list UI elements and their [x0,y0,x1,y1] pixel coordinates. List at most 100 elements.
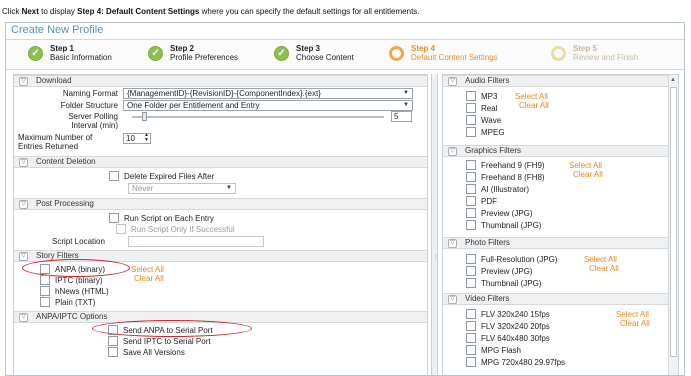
photo-clear-all-link[interactable]: Clear All [589,264,619,273]
graphics-checkbox-fh9[interactable] [466,160,476,170]
folder-structure-value: One Folder per Entitlement and Entry [127,101,260,110]
save-all-versions-checkbox[interactable] [108,347,118,357]
right-filters-panel: ▽ Audio Filters MP3 Real Wave MPEG Select… [442,74,679,375]
dropdown-arrow-icon: ▼ [403,90,409,96]
graphics-label-thumbnail: Thumbnail (JPG) [481,221,542,230]
audio-clear-all-link[interactable]: Clear All [519,101,549,110]
collapse-toggle-icon[interactable]: ▽ [448,295,457,304]
audio-checkbox-wave[interactable] [466,115,476,125]
graphics-filters-title: Graphics Filters [465,146,522,155]
check-icon: ✓ [28,46,43,61]
audio-checkbox-mp3[interactable] [466,91,476,101]
delete-after-select[interactable]: Never ▼ [128,183,236,194]
send-iptc-label: Send IPTC to Serial Port [123,337,211,346]
graphics-clear-all-link[interactable]: Clear All [573,170,603,179]
send-iptc-checkbox[interactable] [108,336,118,346]
video-checkbox-mpgflash[interactable] [466,345,476,355]
folder-structure-select[interactable]: One Folder per Entitlement and Entry ▼ [123,100,413,111]
delete-expired-checkbox[interactable] [109,171,119,181]
video-label-flv30: FLV 640x480 30fps [481,334,550,343]
story-filter-checkbox-plain[interactable] [40,297,50,307]
scroll-up-icon[interactable]: ▲ [670,77,676,83]
audio-filters-title: Audio Filters [465,76,510,85]
collapse-toggle-icon[interactable]: ▽ [19,313,28,322]
video-filters-section-header[interactable]: ▽ Video Filters [443,293,669,305]
run-script-checkbox[interactable] [109,213,119,223]
highlight-oval [92,320,252,337]
audio-checkbox-real[interactable] [466,103,476,113]
photo-select-all-link[interactable]: Select All [584,255,617,264]
video-label-mpgflash: MPG Flash [481,346,522,355]
right-panel-scrollbar[interactable]: ▲ [668,75,678,375]
max-entries-label-line2: Entries Returned [18,142,79,151]
polling-slider-handle[interactable] [142,112,147,121]
graphics-filters-section-header[interactable]: ▽ Graphics Filters [443,145,669,157]
collapse-toggle-icon[interactable]: ▽ [19,77,28,86]
story-filter-checkbox-iptc[interactable] [40,275,50,285]
delete-expired-label: Delete Expired Files After [124,172,215,181]
story-clear-all-link[interactable]: Clear All [134,274,164,283]
audio-label-real: Real [481,104,498,113]
audio-filters-section-header[interactable]: ▽ Audio Filters [443,75,669,87]
video-clear-all-link[interactable]: Clear All [620,319,650,328]
download-title: Download [36,76,72,85]
graphics-checkbox-fh8[interactable] [466,172,476,182]
spinner-icon[interactable]: ▲ ▼ [144,133,149,143]
collapse-toggle-icon[interactable]: ▽ [19,252,28,261]
video-label-flv20: FLV 320x240 20fps [481,322,550,331]
story-filter-label-hnews: hNews (HTML) [55,287,109,296]
video-select-all-link[interactable]: Select All [616,310,649,319]
max-entries-stepper[interactable]: 10 ▲ ▼ [123,133,151,144]
polling-interval-input[interactable]: 5 [391,111,412,122]
audio-label-mp3: MP3 [481,92,498,101]
photo-checkbox-preview[interactable] [466,266,476,276]
collapse-toggle-icon[interactable]: ▽ [448,147,457,156]
collapse-toggle-icon[interactable]: ▽ [448,77,457,86]
check-icon: ✓ [148,46,163,61]
wizard-title: Create New Profile [6,23,684,40]
folder-structure-label: Folder Structure [60,101,118,110]
polling-slider-track[interactable] [132,116,384,118]
content-deletion-section-header[interactable]: ▽ Content Deletion [14,156,427,168]
audio-checkbox-mpeg[interactable] [466,127,476,137]
video-checkbox-flv20[interactable] [466,321,476,331]
step-3-number: Step 3 [296,44,321,53]
naming-format-select[interactable]: {ManagementID}-{RevisionID}-{ComponentIn… [123,88,413,99]
audio-select-all-link[interactable]: Select All [515,92,548,101]
photo-checkbox-thumbnail[interactable] [466,278,476,288]
photo-filters-section-header[interactable]: ▽ Photo Filters [443,237,669,249]
left-settings-panel: ▽ Download Naming Format {ManagementID}-{… [13,74,428,375]
graphics-checkbox-preview[interactable] [466,208,476,218]
graphics-checkbox-pdf[interactable] [466,196,476,206]
check-icon: ✓ [274,46,289,61]
run-if-successful-checkbox[interactable] [116,224,126,234]
story-select-all-link[interactable]: Select All [131,265,164,274]
video-checkbox-mpg720[interactable] [466,357,476,367]
step-4-number: Step 4 [411,44,436,53]
graphics-checkbox-thumbnail[interactable] [466,220,476,230]
graphics-select-all-link[interactable]: Select All [569,161,602,170]
video-checkbox-flv30[interactable] [466,333,476,343]
polling-label-line1: Server Polling [68,112,118,121]
panel-splitter[interactable]: ⋮ [431,74,439,375]
scrollbar-thumb[interactable] [670,87,677,357]
collapse-toggle-icon[interactable]: ▽ [19,200,28,209]
photo-label-thumbnail: Thumbnail (JPG) [481,279,542,288]
photo-checkbox-full[interactable] [466,254,476,264]
step-5-number: Step 5 [573,44,598,53]
graphics-checkbox-ai[interactable] [466,184,476,194]
download-section-header[interactable]: ▽ Download [14,75,427,87]
story-filter-checkbox-hnews[interactable] [40,286,50,296]
run-if-successful-label: Run Script Only If Successful [131,225,235,234]
instruction-text: Click Next to display Step 4: Default Co… [2,7,420,16]
graphics-label-preview: Preview (JPG) [481,209,533,218]
post-processing-title: Post Processing [36,199,94,208]
script-location-input[interactable] [128,236,264,247]
collapse-toggle-icon[interactable]: ▽ [19,158,28,167]
collapse-toggle-icon[interactable]: ▽ [448,239,457,248]
photo-label-preview: Preview (JPG) [481,267,533,276]
post-processing-section-header[interactable]: ▽ Post Processing [14,198,427,210]
splitter-grip-icon: ⋮ [433,255,439,261]
audio-label-mpeg: MPEG [481,128,505,137]
video-checkbox-flv15[interactable] [466,309,476,319]
